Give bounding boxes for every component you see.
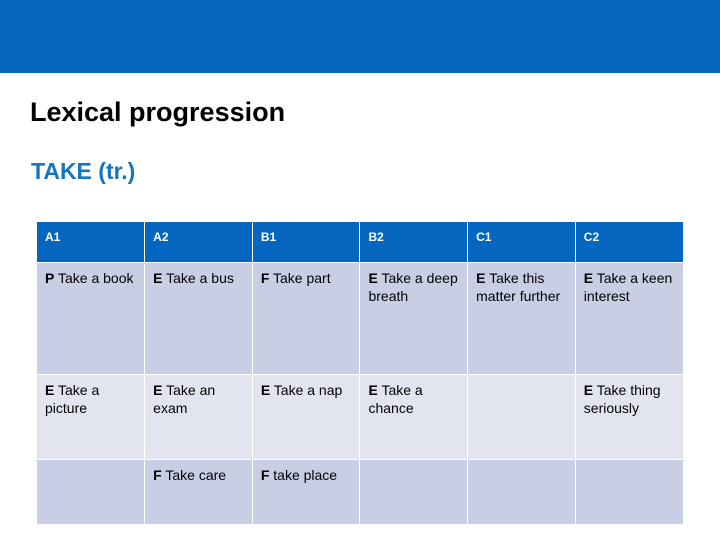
table-cell: E Take a chance [359,374,469,460]
table-cell: E Take a keen interest [575,262,683,375]
table-row: E Take a picture E Take an exam E Take a… [37,374,683,460]
table-cell: F Take part [252,262,361,375]
cell-code: E [476,270,486,286]
cell-code: F [260,467,270,483]
cell-code: E [583,382,594,398]
column-header-a2: A2 [144,222,253,263]
table-row: P Take a book E Take a bus F Take part E… [37,262,683,375]
cell-code: E [583,270,594,286]
cell-code: E [153,270,163,286]
column-header-b2: B2 [359,222,469,263]
slide-top-band [0,0,720,73]
table-cell: E Take a bus [144,262,253,375]
cell-code: E [368,270,378,286]
cell-code: P [45,270,55,286]
table-cell: E Take an exam [144,374,253,460]
table-cell: P Take a book [37,262,146,375]
cell-text: Take this matter further [476,270,561,304]
cell-code: E [45,382,55,398]
cell-code: F [260,270,270,286]
table-cell: E Take a nap [252,374,361,460]
slide-subtitle: TAKE (tr.) [31,158,136,184]
lexical-progression-table-wrapper: A1 A2 B1 B2 C1 C2 P Take a book E Take a… [37,222,683,524]
cell-code: E [368,382,378,398]
table-cell [37,459,146,524]
cell-text: Take a nap [273,382,343,398]
cell-text: Take a bus [166,270,234,286]
cell-code: F [153,467,162,483]
table-cell [467,374,576,460]
table-cell [467,459,576,524]
slide: Lexical progression TAKE (tr.) A1 A2 B1 … [0,0,720,540]
table-cell: F Take care [144,459,253,524]
table-cell: E Take a deep breath [359,262,469,375]
cell-text: Take an exam [153,382,216,416]
cell-code: E [153,382,163,398]
cell-text: Take a picture [45,382,100,416]
column-header-c2: C2 [575,222,683,263]
table-cell: F take place [252,459,361,524]
cell-text: Take care [165,467,227,483]
cell-text: Take part [273,270,331,286]
column-header-c1: C1 [467,222,576,263]
cell-text: take place [273,467,338,483]
table-cell: E Take this matter further [467,262,576,375]
page-title: Lexical progression [30,97,286,127]
lexical-progression-table: A1 A2 B1 B2 C1 C2 P Take a book E Take a… [37,222,683,524]
table-cell: E Take thing seriously [575,374,683,460]
column-header-b1: B1 [252,222,361,263]
cell-text: Take a keen interest [583,270,673,304]
cell-code: E [260,382,271,398]
column-header-a1: A1 [37,222,146,263]
table-row: F Take care F take place [37,459,683,524]
cell-text: Take a deep breath [368,270,458,304]
table-cell: E Take a picture [37,374,146,460]
cell-text: Take thing seriously [583,382,661,416]
table-cell [575,459,683,524]
cell-text: Take a book [57,270,134,286]
table-cell [359,459,469,524]
table-header-row: A1 A2 B1 B2 C1 C2 [37,222,683,263]
